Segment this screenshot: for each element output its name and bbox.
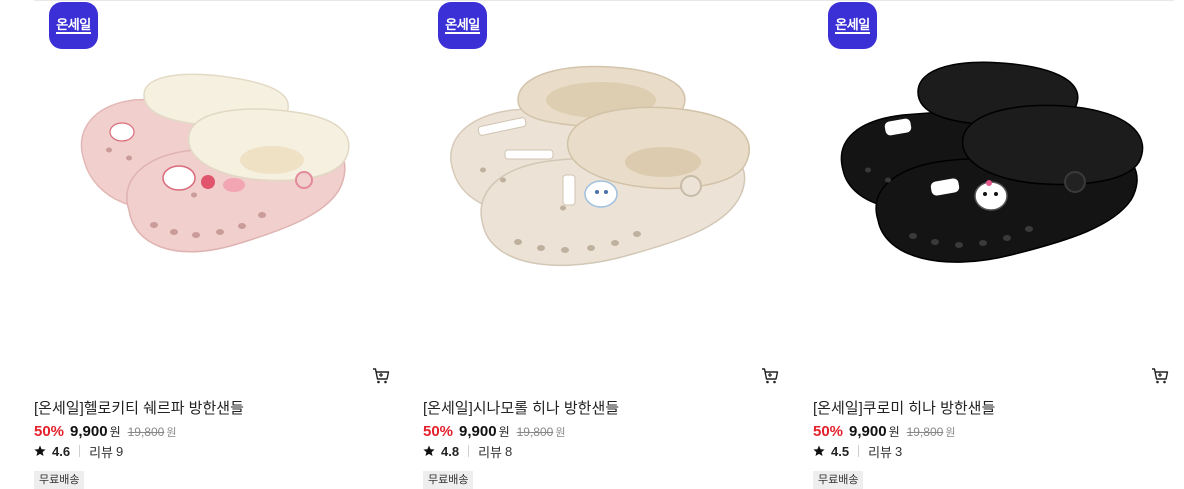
- product-card-hello-kitty[interactable]: 온세일 [온세일]헬로키티 쉐르파 방한샌들 50% 9,900 원 19,80…: [34, 0, 390, 489]
- discount-rate: 50%: [423, 423, 454, 440]
- cart-icon[interactable]: [1151, 367, 1169, 385]
- price-unit: 원: [498, 425, 510, 439]
- price-row: 50% 9,900 원 19,800 원: [423, 423, 565, 441]
- review-count: 9: [116, 443, 124, 459]
- original-price: 19,800: [127, 425, 165, 439]
- divider: [858, 445, 860, 457]
- product-card-kuromi[interactable]: 온세일 [온세일]쿠로미 히나 방한샌들 50% 9,900 원 19,800 …: [813, 0, 1169, 489]
- star-icon: [423, 445, 435, 456]
- product-card-cinnamoroll[interactable]: 온세일 [온세일]시나모롤 히나 방한샌들 50% 9,900 원 19,800…: [423, 0, 779, 489]
- star-icon: [34, 445, 46, 456]
- product-title[interactable]: [온세일]헬로키티 쉐르파 방한샌들: [34, 397, 244, 418]
- cart-icon[interactable]: [761, 367, 779, 385]
- star-icon: [813, 445, 825, 456]
- free-shipping-tag: 무료배송: [34, 471, 85, 489]
- cart-icon[interactable]: [372, 367, 390, 385]
- product-image[interactable]: 온세일: [423, 0, 775, 360]
- rating-score: 4.5: [831, 443, 850, 459]
- sale-price: 9,900: [849, 423, 887, 440]
- rating-row: 4.8 리뷰 8: [423, 443, 513, 460]
- sale-price: 9,900: [459, 423, 497, 440]
- review-count: 3: [895, 443, 903, 459]
- discount-rate: 50%: [813, 423, 844, 440]
- original-price-unit: 원: [166, 427, 177, 439]
- original-price: 19,800: [516, 425, 554, 439]
- product-title[interactable]: [온세일]쿠로미 히나 방한샌들: [813, 397, 995, 418]
- rating-score: 4.8: [441, 443, 460, 459]
- divider: [468, 445, 470, 457]
- original-price-unit: 원: [945, 427, 956, 439]
- divider: [79, 445, 81, 457]
- product-image[interactable]: 온세일: [34, 0, 386, 360]
- rating-row: 4.6 리뷰 9: [34, 443, 124, 460]
- on-sale-badge: 온세일: [828, 2, 877, 49]
- discount-rate: 50%: [34, 423, 65, 440]
- review-count: 8: [505, 443, 513, 459]
- price-row: 50% 9,900 원 19,800 원: [813, 423, 955, 441]
- price-unit: 원: [109, 425, 121, 439]
- review-label: 리뷰: [478, 444, 502, 460]
- review-label: 리뷰: [89, 444, 113, 460]
- rating-score: 4.6: [52, 443, 71, 459]
- free-shipping-tag: 무료배송: [423, 471, 474, 489]
- rating-row: 4.5 리뷰 3: [813, 443, 903, 460]
- review-label: 리뷰: [868, 444, 892, 460]
- on-sale-badge: 온세일: [438, 2, 487, 49]
- original-price-unit: 원: [555, 427, 566, 439]
- product-image[interactable]: 온세일: [813, 0, 1165, 360]
- price-unit: 원: [888, 425, 900, 439]
- sale-price: 9,900: [70, 423, 108, 440]
- original-price: 19,800: [906, 425, 944, 439]
- product-title[interactable]: [온세일]시나모롤 히나 방한샌들: [423, 397, 619, 418]
- price-row: 50% 9,900 원 19,800 원: [34, 423, 176, 441]
- free-shipping-tag: 무료배송: [813, 471, 864, 489]
- on-sale-badge: 온세일: [49, 2, 98, 49]
